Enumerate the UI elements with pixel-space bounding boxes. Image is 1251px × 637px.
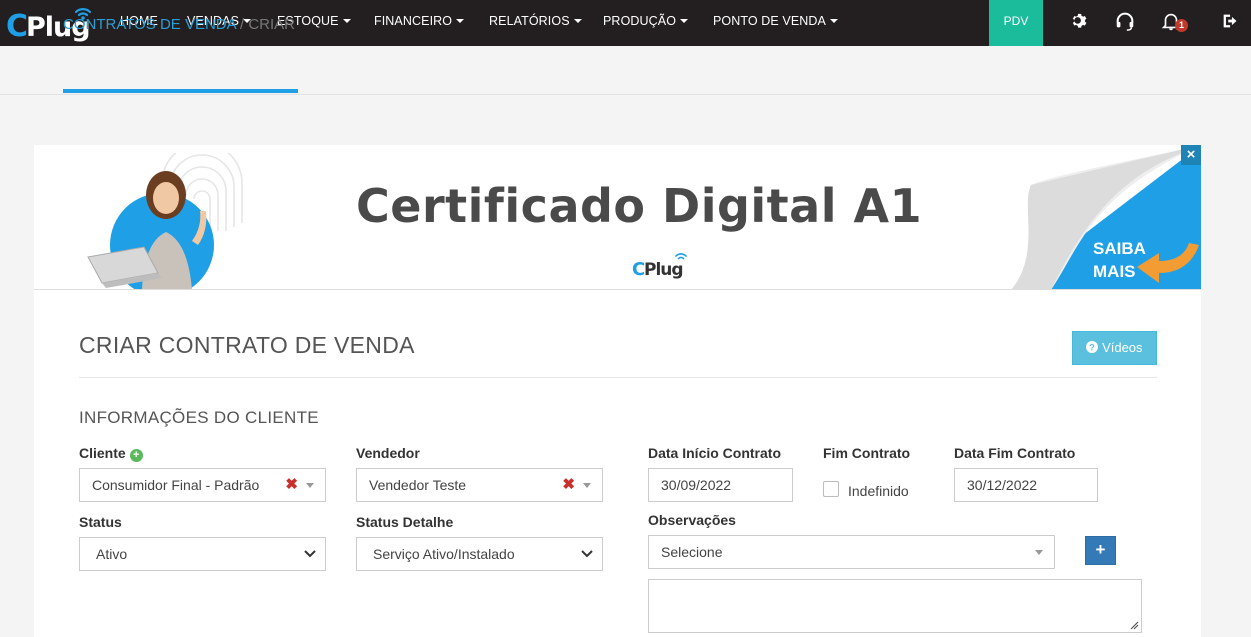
form-card: CRIAR CONTRATO DE VENDA ? Vídeos INFORMA…: [34, 290, 1201, 637]
add-observacao-button[interactable]: +: [1085, 536, 1116, 565]
notification-badge: 1: [1175, 19, 1188, 32]
breadcrumb-bar: [0, 46, 1251, 95]
cliente-select[interactable]: Consumidor Final - Padrão ✖: [79, 468, 326, 502]
breadcrumb-active-underline: [63, 89, 298, 93]
textarea-resize-handle-icon[interactable]: [1130, 621, 1139, 630]
section-title-cliente: INFORMAÇÕES DO CLIENTE: [79, 408, 319, 427]
caret-down-icon: [342, 19, 351, 23]
logout-icon[interactable]: [1220, 10, 1242, 32]
breadcrumb-link-contratos[interactable]: CONTRATOS DE VENDA: [63, 16, 236, 33]
caret-down-icon: [680, 19, 689, 23]
banner-title: Certificado Digital A1: [356, 179, 923, 233]
vendedor-select[interactable]: Vendedor Teste ✖: [356, 468, 603, 502]
status-detalhe-select[interactable]: Serviço Ativo/Instalado: [356, 537, 603, 571]
svg-text:Plug: Plug: [644, 260, 683, 280]
caret-down-icon: [456, 19, 465, 23]
caret-down-icon: [830, 19, 838, 23]
title-divider: [79, 377, 1157, 378]
nav-relatorios[interactable]: RELATÓRIOS: [489, 0, 582, 46]
status-detalhe-label: Status Detalhe: [356, 514, 454, 530]
banner-cta[interactable]: SAIBA MAIS: [1093, 237, 1157, 283]
vendedor-label: Vendedor: [356, 445, 420, 461]
cliente-label: Cliente +: [79, 445, 143, 462]
caret-down-icon: [573, 19, 582, 23]
breadcrumb-separator: /: [235, 16, 249, 33]
indefinido-checkbox[interactable]: [823, 481, 839, 497]
headset-icon[interactable]: [1114, 10, 1136, 32]
data-inicio-label: Data Início Contrato: [648, 445, 782, 461]
svg-text:?: ?: [1090, 343, 1096, 353]
status-select[interactable]: Ativo: [79, 537, 326, 571]
pdv-button[interactable]: PDV: [989, 0, 1043, 46]
banner-cplug-logo: C Plug: [632, 253, 687, 280]
data-inicio-input[interactable]: 30/09/2022: [648, 468, 793, 502]
caret-down-icon: [1035, 550, 1043, 555]
gear-icon[interactable]: [1069, 10, 1091, 32]
observacoes-label: Observações: [648, 512, 736, 528]
nav-producao[interactable]: PRODUÇÃO: [603, 0, 689, 46]
woman-with-laptop-illustration: [87, 153, 243, 289]
clear-vendedor-icon[interactable]: ✖: [562, 469, 575, 501]
svg-text:C: C: [6, 9, 27, 44]
clear-cliente-icon[interactable]: ✖: [285, 469, 298, 501]
add-cliente-icon[interactable]: +: [129, 449, 143, 462]
status-label: Status: [79, 514, 122, 530]
data-fim-input[interactable]: 30/12/2022: [954, 468, 1098, 502]
breadcrumb: CONTRATOS DE VENDA / CRIAR: [63, 16, 295, 33]
page-title: CRIAR CONTRATO DE VENDA: [79, 332, 415, 358]
nav-ponto-de-venda[interactable]: PONTO DE VENDA: [713, 0, 838, 46]
promo-banner[interactable]: Certificado Digital A1 C Plug SAIBA MAIS…: [34, 145, 1201, 290]
nav-financeiro[interactable]: FINANCEIRO: [374, 0, 465, 46]
observacoes-textarea[interactable]: [648, 579, 1142, 633]
fim-contrato-label: Fim Contrato: [823, 445, 911, 461]
videos-button[interactable]: ? Vídeos: [1072, 331, 1157, 365]
chevron-down-icon: [581, 550, 593, 558]
chevron-down-icon: [304, 550, 316, 558]
caret-down-icon: [306, 483, 314, 488]
banner-close-button[interactable]: ×: [1181, 145, 1201, 165]
question-circle-icon: ?: [1086, 341, 1099, 353]
data-fim-label: Data Fim Contrato: [954, 445, 1076, 461]
caret-down-icon: [583, 483, 591, 488]
observacoes-select[interactable]: Selecione: [648, 535, 1055, 569]
breadcrumb-current: CRIAR: [248, 16, 295, 33]
indefinido-label: Indefinido: [848, 483, 909, 499]
